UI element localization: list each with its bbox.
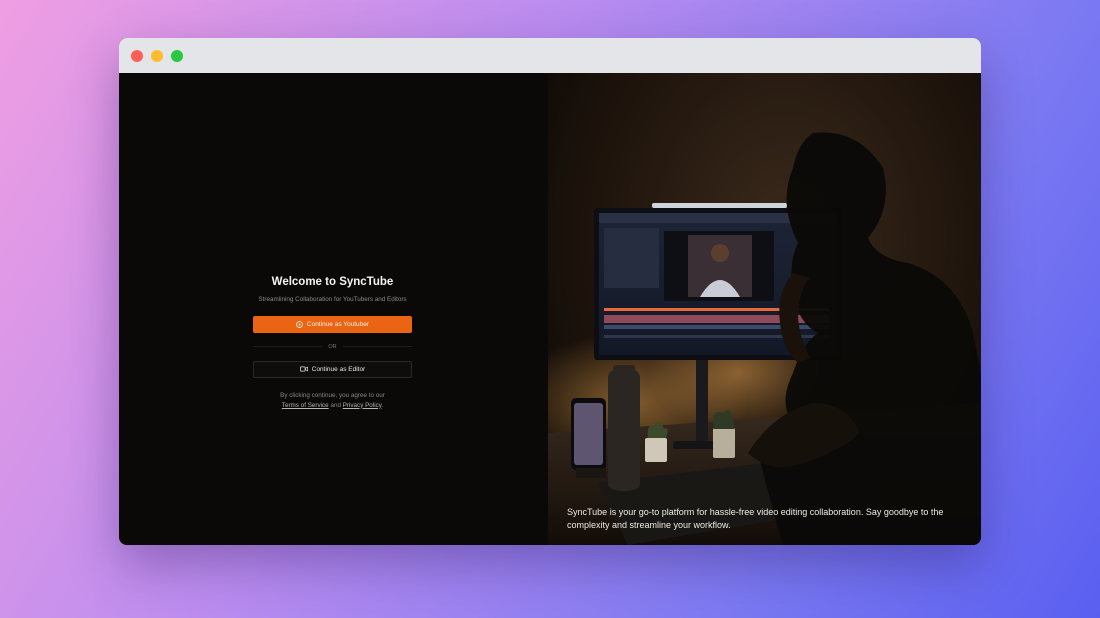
- close-window-button[interactable]: [131, 49, 143, 62]
- divider-line: [253, 346, 323, 347]
- hero-caption: SyncTube is your go-to platform for hass…: [567, 507, 944, 530]
- continue-as-editor-button[interactable]: Continue as Editor: [253, 360, 412, 378]
- page-subtitle: Streamlining Collaboration for YouTubers…: [258, 296, 407, 303]
- minimize-window-button[interactable]: [151, 49, 163, 62]
- play-circle-icon: [296, 320, 303, 328]
- legal-suffix: .: [381, 401, 384, 409]
- hero-panel: SyncTube is your go-to platform for hass…: [548, 73, 981, 545]
- youtuber-button-label: Continue as Youtuber: [306, 320, 370, 328]
- terms-of-service-link[interactable]: Terms of Service: [282, 402, 329, 409]
- auth-panel: Welcome to SyncTube Streamlining Collabo…: [119, 73, 548, 545]
- privacy-policy-link[interactable]: Privacy Policy: [343, 402, 382, 409]
- maximize-window-button[interactable]: [171, 49, 183, 62]
- video-camera-icon: [299, 366, 308, 372]
- auth-card: Welcome to SyncTube Streamlining Collabo…: [253, 276, 412, 411]
- or-divider: OR: [253, 344, 412, 350]
- legal-and: and: [330, 401, 341, 409]
- or-text: OR: [328, 343, 337, 350]
- hero-image: [548, 132, 981, 545]
- page-title: Welcome to SyncTube: [271, 276, 394, 288]
- continue-as-youtuber-button[interactable]: Continue as Youtuber: [253, 315, 412, 333]
- divider-line: [342, 346, 412, 347]
- editor-button-label: Continue as Editor: [311, 365, 366, 373]
- legal-prefix: By clicking continue, you agree to our: [280, 391, 385, 399]
- legal-notice: By clicking continue, you agree to our T…: [280, 391, 385, 411]
- app-window: Welcome to SyncTube Streamlining Collabo…: [119, 38, 981, 545]
- title-bar: [119, 38, 981, 73]
